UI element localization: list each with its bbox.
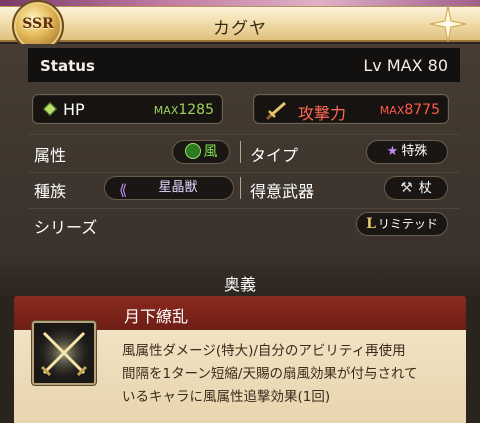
ougi-section-title: 奥義 — [223, 275, 256, 294]
character-name: カグヤ — [213, 19, 267, 39]
limited-l-icon: L — [366, 216, 376, 232]
series-label: シリーズ — [34, 218, 98, 237]
hp-max-value: MAX1285 — [153, 102, 214, 118]
sword-icon — [266, 101, 286, 120]
attack-label: 攻撃力 — [298, 104, 347, 123]
type-pill: ★ 特殊 — [366, 140, 448, 164]
ougi-description: 風属性ダメージ(特大)/自分のアビリティ再使用 間隔を1ターン短縮/天賜の扇風効… — [122, 343, 418, 405]
hp-stat: HP MAX1285 — [32, 94, 223, 124]
character-header: カグヤ — [0, 6, 480, 42]
row-divider — [28, 134, 460, 135]
status-bar: Status Lv MAX 80 — [28, 48, 460, 82]
type-label: タイプ — [250, 146, 299, 165]
attack-stat: 攻撃力 MAX8775 — [253, 94, 449, 124]
race-label: 種族 — [34, 182, 67, 201]
row-divider — [28, 208, 460, 209]
ougi-name: 月下繚乱 — [124, 307, 189, 326]
row-divider — [28, 172, 460, 173]
attack-max-value: MAX8775 — [379, 102, 440, 118]
wind-icon — [184, 143, 201, 159]
hp-label: HP — [63, 100, 85, 119]
crossed-swords-icon — [32, 321, 96, 385]
series-pill: L リミテッド — [356, 212, 448, 236]
rarity-label: SSR — [22, 16, 54, 32]
status-panel: Status Lv MAX 80 HP MAX1285 攻撃力 MAX8775 … — [0, 44, 480, 252]
creature-icon: ⟪ — [119, 181, 128, 199]
race-pill: ⟪ 星晶獣 — [104, 176, 234, 200]
level-text: Lv MAX 80 — [363, 56, 448, 75]
star-icon: ★ — [386, 144, 399, 159]
element-pill: 風 — [172, 140, 230, 164]
hp-diamond-icon — [42, 101, 58, 117]
status-label: Status — [40, 57, 95, 75]
sparkle-icon — [429, 5, 467, 43]
element-label: 属性 — [34, 146, 67, 165]
weapon-label: 得意武器 — [250, 182, 315, 201]
weapon-pill: ⚒ 杖 — [384, 176, 448, 200]
staff-icon: ⚒ — [400, 180, 413, 196]
